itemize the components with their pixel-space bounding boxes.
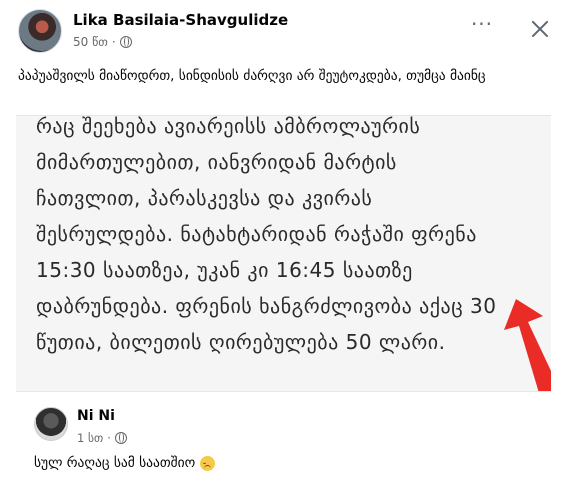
comment-text: სულ რაღაც სამ საათშიო — [34, 455, 216, 471]
comment-meta: 1 სთ · — [77, 431, 127, 445]
post-meta: 50 წთ · — [73, 35, 132, 49]
post-author-name[interactable]: Lika Basilaia-Shavgulidze — [73, 11, 288, 29]
close-icon[interactable] — [525, 14, 555, 44]
meta-separator: · — [111, 35, 116, 49]
globe-icon[interactable] — [114, 432, 127, 444]
post-caption: პაპუაშვილს მიაწოდრთ, სინდისის ძარღვი არ … — [18, 68, 486, 84]
sad-face-emoji-icon — [200, 455, 216, 471]
comment-meta-separator: · — [107, 431, 111, 445]
more-options-button[interactable]: ··· — [468, 14, 496, 43]
red-arrow-icon — [504, 299, 551, 391]
post-time[interactable]: 50 წთ — [73, 35, 108, 49]
author-avatar[interactable] — [18, 9, 62, 53]
comment-text-body: სულ რაღაც სამ საათშიო — [34, 455, 196, 471]
post-photo[interactable]: რაც შეეხება ავიარეისს ამბროლაურის მიმართ… — [16, 115, 551, 392]
comment-time[interactable]: 1 სთ — [77, 431, 103, 445]
comment: Ni Ni 1 სთ · სულ რაღაც სამ საათშიო — [0, 395, 567, 485]
commenter-avatar[interactable] — [34, 407, 68, 441]
globe-icon[interactable] — [119, 36, 132, 48]
commenter-name[interactable]: Ni Ni — [77, 408, 115, 424]
post-header: Lika Basilaia-Shavgulidze 50 წთ · ··· — [0, 0, 567, 60]
